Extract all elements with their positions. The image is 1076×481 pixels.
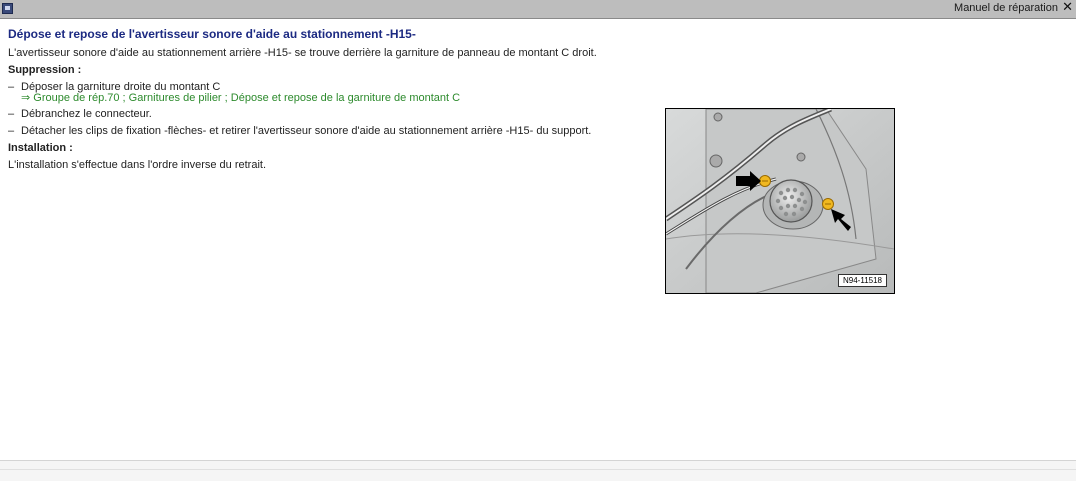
mounting-hole bbox=[713, 112, 723, 122]
section-suppression: Suppression : bbox=[8, 64, 82, 76]
intro-text: L'avertisseur sonore d'aide au stationne… bbox=[8, 47, 597, 59]
section-installation: Installation : bbox=[8, 142, 73, 154]
cross-reference-link[interactable]: ⇒ Groupe de rép.70 ; Garnitures de pilie… bbox=[21, 91, 460, 104]
bullet-dash: – bbox=[8, 81, 15, 93]
bullet-dash: – bbox=[8, 125, 15, 137]
bullet-dash: – bbox=[8, 108, 15, 120]
document-icon bbox=[2, 3, 13, 14]
window-titlebar: Manuel de réparation ✕ bbox=[0, 0, 1076, 19]
parking-sensor-illustration bbox=[666, 109, 894, 293]
close-icon[interactable]: ✕ bbox=[1062, 0, 1073, 14]
step-2-text: Débranchez le connecteur. bbox=[21, 108, 152, 120]
status-bar bbox=[0, 460, 1076, 481]
step-3-text: Détacher les clips de fixation -flèches-… bbox=[21, 125, 592, 137]
installation-text: L'installation s'effectue dans l'ordre i… bbox=[8, 159, 267, 171]
window-title: Manuel de réparation bbox=[954, 2, 1058, 14]
document-content: Dépose et repose de l'avertisseur sonore… bbox=[0, 19, 1076, 460]
figure-label: N94-11518 bbox=[838, 274, 887, 287]
illustration-figure: N94-11518 bbox=[665, 108, 895, 294]
page-title: Dépose et repose de l'avertisseur sonore… bbox=[8, 27, 416, 41]
mounting-hole bbox=[796, 152, 806, 162]
mounting-hole bbox=[709, 154, 723, 168]
